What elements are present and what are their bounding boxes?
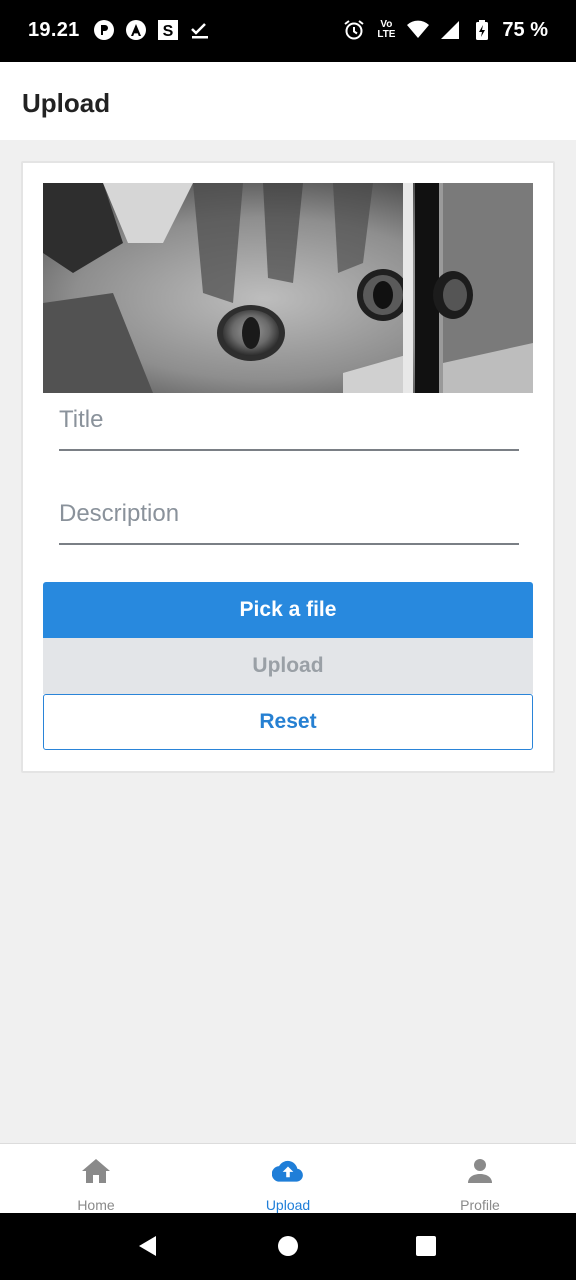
upload-card: Pick a file Upload Reset: [21, 161, 555, 773]
alarm-icon: [342, 18, 366, 42]
kitten-photo: [43, 183, 533, 393]
cloud-upload-icon: [272, 1156, 304, 1185]
nav-label-profile: Profile: [460, 1197, 500, 1213]
upload-button[interactable]: Upload: [43, 638, 533, 694]
notification-icons: S: [92, 18, 212, 42]
nav-label-upload: Upload: [265, 1197, 311, 1213]
status-bar: 19.21 S Vo LTE 75 %: [0, 0, 576, 62]
battery-icon: [470, 18, 494, 42]
home-icon: [80, 1156, 112, 1185]
description-input[interactable]: [59, 485, 519, 543]
system-navigation-bar: [0, 1213, 576, 1280]
svg-text:S: S: [163, 23, 174, 40]
bottom-navigation: Home Upload Profile: [0, 1143, 576, 1213]
wifi-icon: [406, 18, 430, 42]
nav-item-home[interactable]: Home: [0, 1144, 192, 1213]
checkmark-notification-icon: [188, 18, 212, 42]
app-notification-icon: [92, 18, 116, 42]
angular-notification-icon: [124, 18, 148, 42]
system-status-icons: Vo LTE 75 %: [342, 18, 548, 42]
signal-icon: [438, 18, 462, 42]
pick-file-button[interactable]: Pick a file: [43, 582, 533, 638]
title-field[interactable]: [59, 391, 519, 451]
nav-item-profile[interactable]: Profile: [384, 1144, 576, 1213]
image-preview: [43, 183, 533, 393]
person-icon: [464, 1156, 496, 1185]
back-icon[interactable]: [135, 1233, 161, 1259]
description-field[interactable]: [59, 485, 519, 545]
reset-button[interactable]: Reset: [43, 694, 533, 750]
battery-percentage: 75 %: [502, 18, 548, 41]
s-notification-icon: S: [156, 18, 180, 42]
page-title: Upload: [22, 88, 111, 118]
title-input[interactable]: [59, 391, 519, 449]
recent-apps-icon[interactable]: [413, 1233, 439, 1259]
home-circle-icon[interactable]: [275, 1233, 301, 1259]
volte-icon: Vo LTE: [377, 19, 396, 40]
nav-item-upload[interactable]: Upload: [192, 1144, 384, 1213]
app-header: Upload: [0, 62, 576, 140]
nav-label-home: Home: [77, 1197, 115, 1213]
status-time: 19.21: [28, 19, 80, 41]
